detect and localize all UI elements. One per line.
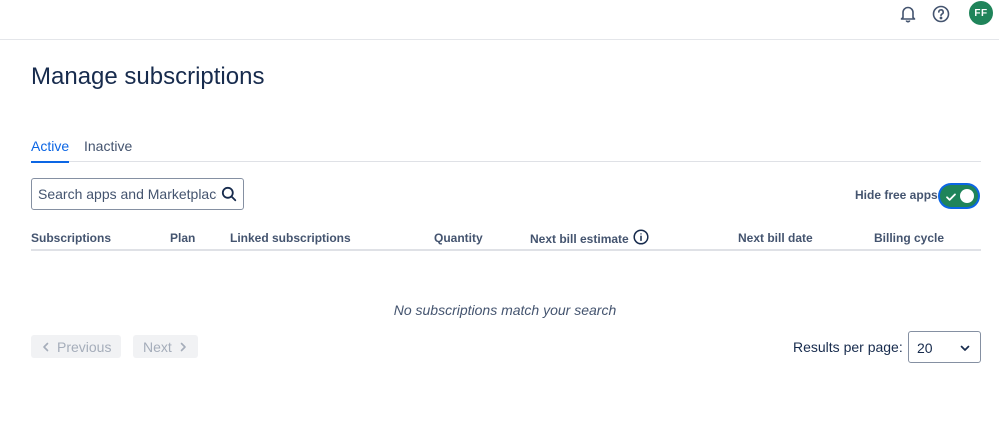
- subscription-tabs: Active Inactive: [31, 138, 981, 163]
- results-per-page-label: Results per page:: [793, 339, 903, 355]
- chevron-down-icon: [959, 341, 971, 357]
- previous-page-button[interactable]: Previous: [31, 335, 122, 358]
- results-per-page-select[interactable]: 20: [908, 331, 981, 363]
- top-navigation-bar: FF: [0, 0, 999, 40]
- results-per-page-value: 20: [917, 340, 933, 356]
- toggle-knob: [960, 189, 974, 203]
- previous-page-label: Previous: [57, 338, 112, 355]
- subscriptions-table-header: Subscriptions Plan Linked subscriptions …: [31, 226, 981, 251]
- tab-inactive[interactable]: Inactive: [84, 138, 132, 162]
- column-header-quantity[interactable]: Quantity: [434, 231, 483, 245]
- empty-state-message: No subscriptions match your search: [393, 302, 617, 318]
- column-header-subscriptions[interactable]: Subscriptions: [31, 231, 111, 245]
- user-avatar[interactable]: FF: [969, 1, 993, 25]
- column-header-next-bill-date[interactable]: Next bill date: [738, 231, 813, 245]
- next-page-button[interactable]: Next: [133, 335, 198, 358]
- tab-active[interactable]: Active: [31, 138, 70, 163]
- chevron-left-icon: [41, 339, 51, 355]
- column-header-billing-cycle[interactable]: Billing cycle: [874, 231, 944, 245]
- column-header-next-bill-estimate-label: Next bill estimate: [530, 231, 629, 246]
- column-header-next-bill-estimate[interactable]: Next bill estimate: [530, 229, 649, 248]
- bell-icon[interactable]: [897, 3, 919, 25]
- search-box: [31, 178, 244, 210]
- check-icon: [945, 190, 957, 208]
- avatar-initials: FF: [974, 7, 988, 19]
- column-header-linked-subscriptions[interactable]: Linked subscriptions: [230, 231, 351, 245]
- search-icon[interactable]: [221, 186, 237, 207]
- chevron-right-icon: [178, 339, 188, 355]
- page-title: Manage subscriptions: [31, 63, 265, 90]
- hide-free-apps-label: Hide free apps: [855, 188, 938, 202]
- hide-free-apps-toggle[interactable]: [940, 185, 978, 207]
- help-icon[interactable]: [930, 3, 952, 25]
- next-page-label: Next: [143, 338, 172, 355]
- column-header-plan[interactable]: Plan: [170, 231, 195, 245]
- info-icon[interactable]: [633, 229, 649, 248]
- search-input[interactable]: [32, 179, 217, 209]
